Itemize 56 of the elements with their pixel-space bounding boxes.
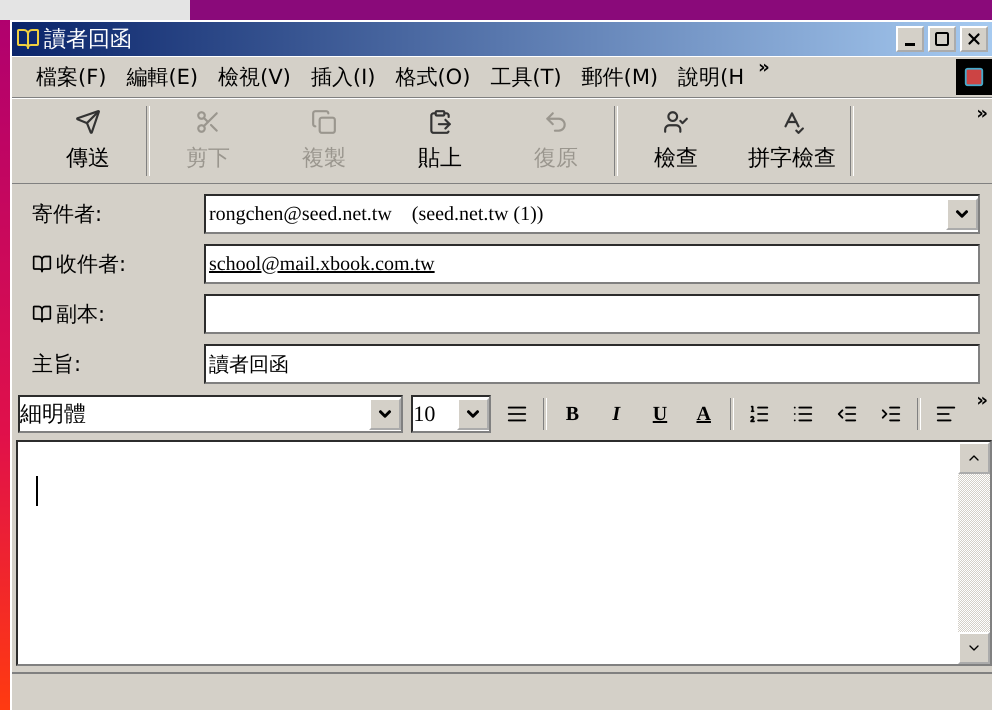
toolbar-button[interactable]: 貼上 [382, 102, 498, 180]
dropdown-button[interactable] [456, 398, 489, 430]
menu-item[interactable]: 郵件(M) [572, 63, 668, 91]
menu-item[interactable]: 工具(T) [480, 63, 572, 91]
window-title: 讀者回函 [44, 26, 133, 54]
scroll-up-button[interactable] [958, 442, 990, 474]
font-color-button[interactable]: A [686, 396, 722, 432]
user-check-icon [663, 109, 689, 135]
bold-button[interactable]: B [554, 396, 590, 432]
menu-item[interactable]: 說明(H [668, 63, 754, 91]
input-field[interactable]: 讀者回函 [204, 344, 980, 384]
size-dropdown[interactable]: 10 [411, 395, 491, 433]
send-icon [75, 109, 101, 135]
input-field[interactable] [204, 294, 980, 334]
address-book-icon[interactable] [32, 254, 52, 274]
menu-item[interactable]: 檢視(V) [208, 63, 301, 91]
app-icon [16, 27, 40, 51]
field-label: 主旨: [32, 351, 82, 378]
scroll-down-button[interactable] [958, 632, 990, 664]
menu-overflow[interactable]: » [754, 57, 774, 78]
sender-dropdown[interactable]: rongchen@seed.net.tw (seed.net.tw (1)) [204, 194, 980, 234]
maximize-icon [934, 31, 950, 47]
field-label: 寄件者: [32, 201, 102, 228]
field-value: rongchen@seed.net.tw (seed.net.tw (1)) [209, 202, 544, 226]
font-dropdown[interactable]: 細明體 [18, 395, 404, 433]
close-button[interactable] [960, 26, 988, 52]
toolbar-overflow[interactable]: » [972, 103, 992, 124]
italic-button[interactable]: I [598, 396, 634, 432]
message-body[interactable] [16, 440, 992, 666]
scrollbar[interactable] [958, 442, 990, 664]
menu-item[interactable]: 格式(O) [385, 63, 480, 91]
minimize-button[interactable] [896, 26, 924, 52]
field-value: 讀者回函 [209, 352, 290, 378]
menu-item[interactable]: 檔案(F) [26, 63, 116, 91]
address-book-icon[interactable] [32, 304, 52, 324]
copy-icon [311, 109, 337, 135]
font-size: 10 [413, 401, 436, 427]
font-name: 細明體 [20, 401, 87, 429]
scissors-icon [195, 109, 221, 135]
format-overflow[interactable]: » [972, 390, 992, 411]
input-field[interactable]: school@mail.xbook.com.tw [204, 244, 980, 284]
menu-item[interactable]: 插入(I) [300, 63, 386, 91]
field-label: 副本: [56, 301, 106, 328]
maximize-button[interactable] [928, 26, 956, 52]
toolbar-button[interactable]: 傳送 [30, 102, 146, 180]
text-cursor [36, 476, 38, 506]
field-value: school@mail.xbook.com.tw [209, 252, 436, 276]
minimize-icon [905, 42, 915, 46]
toolbar-button[interactable]: 拼字檢查 [734, 102, 850, 180]
underline-button[interactable]: U [642, 396, 678, 432]
dropdown-button[interactable] [946, 198, 978, 230]
numbered-list-icon [748, 403, 770, 425]
dropdown-button[interactable] [369, 398, 402, 430]
menu-item[interactable]: 編輯(E) [116, 63, 208, 91]
field-label: 收件者: [56, 251, 126, 278]
toolbar-button[interactable]: 檢查 [618, 102, 734, 180]
